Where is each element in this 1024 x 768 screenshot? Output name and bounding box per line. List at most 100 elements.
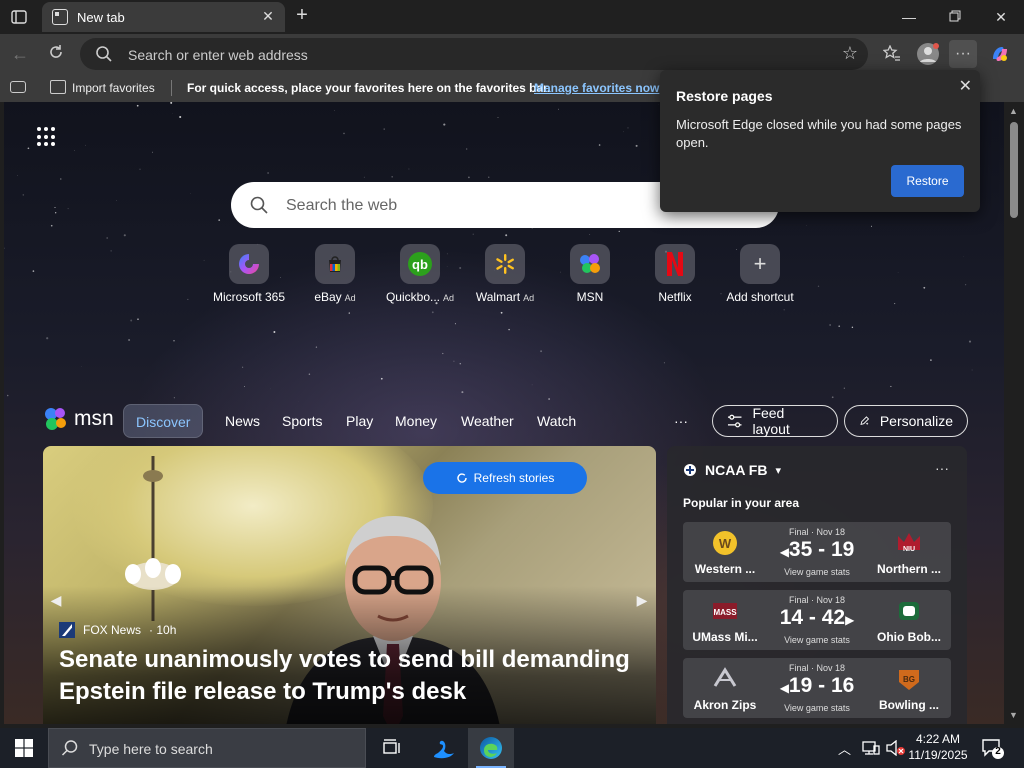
- profile-avatar[interactable]: [914, 40, 942, 68]
- story-headline[interactable]: Senate unanimously votes to send bill de…: [59, 644, 639, 708]
- nav-discover[interactable]: Discover: [123, 404, 204, 438]
- import-favorites-link[interactable]: Import favorites: [72, 81, 155, 95]
- clock-date: 11/19/2025: [908, 748, 968, 762]
- copilot-icon[interactable]: [986, 40, 1014, 68]
- navigation-bar: ← Search or enter web address ☆ ···: [0, 34, 1024, 74]
- personalize-button[interactable]: Personalize: [844, 405, 968, 437]
- close-tab-icon[interactable]: ✕: [259, 7, 277, 25]
- game-card[interactable]: Akron Zips Final · Nov 18 ◀19 - 16 View …: [683, 658, 951, 718]
- clock-time: 4:22 AM: [915, 732, 961, 746]
- task-view-button[interactable]: [369, 728, 415, 768]
- shortcut-add[interactable]: + Add shortcut: [715, 244, 805, 304]
- scroll-up-arrow-icon[interactable]: ▲: [1009, 106, 1018, 116]
- favorites-bar-divider: [171, 80, 172, 96]
- restore-dialog-title: Restore pages: [676, 88, 773, 104]
- page-scrollbar[interactable]: ▲ ▼: [1004, 102, 1024, 724]
- task-view-icon: [383, 739, 400, 754]
- nav-news[interactable]: News: [213, 404, 272, 438]
- search-icon: [61, 739, 79, 757]
- add-favorite-star-icon[interactable]: ☆: [842, 43, 858, 64]
- settings-more-icon[interactable]: ···: [949, 40, 977, 68]
- chevron-down-icon: ▾: [775, 464, 782, 477]
- nav-more-icon[interactable]: ···: [662, 404, 700, 438]
- winner-arrow-right-icon: ▶: [845, 613, 855, 627]
- chevron-up-icon[interactable]: ︿: [838, 739, 851, 758]
- nav-sports[interactable]: Sports: [270, 404, 334, 438]
- svg-text:BG: BG: [903, 675, 915, 684]
- title-bar: New tab ✕ + — ✕: [0, 0, 1024, 34]
- refresh-icon[interactable]: [44, 42, 68, 66]
- shortcut-microsoft-365[interactable]: Microsoft 365: [204, 244, 294, 304]
- restore-button[interactable]: Restore: [891, 165, 964, 197]
- winner-arrow-left-icon: ◀: [779, 681, 789, 695]
- windows-taskbar: Type here to search ︿ 4:22 AM 11/19/2025…: [0, 728, 1024, 768]
- sidebar-toggle-icon[interactable]: [10, 81, 26, 93]
- tab-title: New tab: [77, 10, 125, 25]
- shortcut-netflix[interactable]: Netflix: [630, 244, 720, 304]
- notification-count: 2: [995, 746, 1001, 757]
- back-icon[interactable]: ←: [8, 42, 32, 66]
- new-tab-button[interactable]: +: [290, 4, 314, 28]
- taskbar-app-swan[interactable]: [421, 728, 467, 768]
- new-tab-favicon-icon: [52, 9, 68, 25]
- tab-actions-icon[interactable]: [8, 6, 30, 28]
- windows-logo-icon: [15, 739, 33, 757]
- nav-money[interactable]: Money: [383, 404, 449, 438]
- hero-story-card[interactable]: Refresh stories ◀ ▶ FOX News · 10h Senat…: [43, 446, 656, 724]
- quickbooks-icon: qb: [400, 244, 440, 284]
- msn-logo-text: msn: [74, 407, 114, 430]
- tab-new-tab[interactable]: New tab ✕: [42, 2, 285, 32]
- game-card[interactable]: W Western ... Final · Nov 18 ◀35 - 19 Vi…: [683, 522, 951, 582]
- msn-logo[interactable]: msn: [42, 404, 114, 434]
- minimize-button[interactable]: —: [886, 0, 932, 34]
- shortcut-label: Quickbo...: [385, 290, 440, 304]
- taskbar-search-box[interactable]: Type here to search: [48, 728, 366, 768]
- network-icon[interactable]: [862, 740, 880, 756]
- sports-more-icon[interactable]: ···: [935, 460, 949, 476]
- app-launcher-icon[interactable]: [37, 127, 57, 147]
- manage-favorites-link[interactable]: Manage favorites now: [534, 81, 659, 95]
- game-score-value: 14 - 42: [779, 606, 846, 629]
- msn-feed-bar: msn Discover News Sports Play Money Weat…: [4, 396, 1004, 442]
- shortcut-walmart[interactable]: Walmart Ad: [460, 244, 550, 304]
- sports-subtitle: Popular in your area: [683, 496, 800, 510]
- shortcut-quickbooks[interactable]: qb Quickbo... Ad: [375, 244, 465, 304]
- ohio-bobcats-logo-icon: [899, 602, 919, 620]
- taskbar-clock[interactable]: 4:22 AM 11/19/2025: [906, 731, 970, 763]
- shortcut-label: eBay: [314, 290, 342, 304]
- notification-center-button[interactable]: 2: [980, 736, 1004, 760]
- edge-browser-icon: [480, 737, 502, 759]
- start-button[interactable]: [0, 728, 48, 768]
- next-story-icon[interactable]: ▶: [631, 586, 653, 614]
- taskbar-app-edge[interactable]: [468, 728, 514, 768]
- shortcut-ebay[interactable]: eBay Ad: [290, 244, 380, 304]
- previous-story-icon[interactable]: ◀: [45, 586, 67, 614]
- league-name: NCAA FB: [705, 462, 768, 478]
- favorites-icon[interactable]: [878, 40, 906, 68]
- close-icon[interactable]: ✕: [959, 76, 972, 96]
- msn-logo-icon: [45, 408, 66, 430]
- close-window-button[interactable]: ✕: [978, 0, 1024, 34]
- nav-weather[interactable]: Weather: [449, 404, 526, 438]
- scroll-down-arrow-icon[interactable]: ▼: [1009, 710, 1018, 720]
- swan-app-icon: [434, 740, 454, 759]
- address-bar[interactable]: Search or enter web address ☆: [80, 38, 868, 70]
- address-placeholder: Search or enter web address: [128, 47, 308, 63]
- shortcut-label: Netflix: [658, 290, 692, 304]
- ad-badge: Ad: [344, 293, 356, 303]
- restore-window-button[interactable]: [932, 0, 978, 34]
- league-selector[interactable]: NCAA FB ▾: [683, 462, 781, 478]
- nav-play[interactable]: Play: [334, 404, 385, 438]
- import-favorites-icon[interactable]: [50, 80, 66, 94]
- walmart-icon: [485, 244, 525, 284]
- volume-muted-icon[interactable]: [886, 740, 906, 756]
- shortcut-msn[interactable]: MSN: [545, 244, 635, 304]
- scrollbar-thumb[interactable]: [1010, 122, 1018, 218]
- microsoft-365-icon: [229, 244, 269, 284]
- feed-layout-label: Feed layout: [752, 405, 790, 437]
- feed-layout-button[interactable]: Feed layout: [712, 405, 838, 437]
- nav-watch[interactable]: Watch: [525, 404, 588, 438]
- game-card[interactable]: MASS UMass Mi... Final · Nov 18 14 - 42▶…: [683, 590, 951, 650]
- search-icon: [249, 195, 269, 215]
- refresh-stories-button[interactable]: Refresh stories: [423, 462, 587, 494]
